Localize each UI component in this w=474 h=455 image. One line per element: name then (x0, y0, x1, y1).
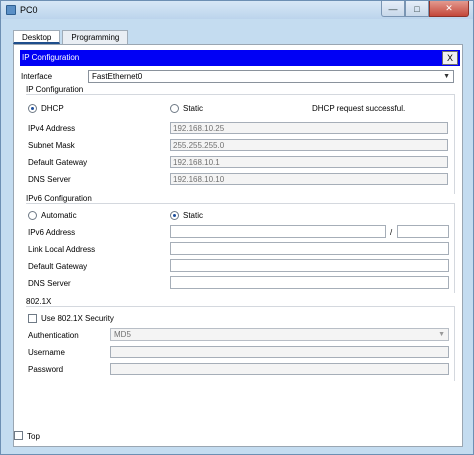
chevron-down-icon: ▼ (443, 73, 450, 80)
ipv4-gateway-label: Default Gateway (28, 158, 88, 167)
dot1x-divider (26, 306, 454, 307)
ipv4-divider (26, 94, 454, 95)
ipv6-gateway-input[interactable] (170, 259, 449, 272)
ipv4-address-field[interactable]: 192.168.10.25 (170, 122, 448, 134)
top-label: Top (27, 432, 40, 441)
pc-icon (6, 5, 16, 15)
ipv4-section-title: IP Configuration (26, 85, 84, 94)
subnet-mask-field[interactable]: 255.255.255.0 (170, 139, 448, 151)
ipv6-section-title: IPv6 Configuration (26, 194, 92, 203)
ipv4-gateway-field[interactable]: 192.168.10.1 (170, 156, 448, 168)
minimize-button[interactable]: — (381, 1, 405, 17)
ipv4-dns-field[interactable]: 192.168.10.10 (170, 173, 448, 185)
link-local-input[interactable] (170, 242, 449, 255)
tab-desktop[interactable]: Desktop (13, 30, 61, 44)
window-controls: — □ ✕ (381, 1, 469, 18)
dhcp-radio[interactable] (28, 104, 37, 113)
panel-title: IP Configuration (22, 53, 80, 62)
dhcp-status: DHCP request successful. (312, 104, 406, 113)
ipv6-border (454, 203, 455, 293)
title-bar: PC0 — □ ✕ (1, 1, 473, 19)
maximize-button[interactable]: □ (405, 1, 429, 17)
link-local-label: Link Local Address (28, 245, 96, 254)
ipv6-gateway-label: Default Gateway (28, 262, 88, 271)
close-window-button[interactable]: ✕ (429, 1, 469, 17)
dhcp-label: DHCP (41, 104, 64, 113)
subnet-mask-label: Subnet Mask (28, 141, 75, 150)
static-ipv4-label: Static (183, 104, 204, 113)
use-8021x-checkbox[interactable] (28, 314, 37, 323)
password-field[interactable] (110, 363, 449, 375)
username-label: Username (28, 348, 65, 357)
interface-value: FastEthernet0 (92, 72, 143, 81)
dot1x-section-title: 802.1X (26, 297, 52, 306)
password-label: Password (28, 365, 64, 374)
authentication-value: MD5 (114, 330, 131, 339)
dot1x-border (454, 306, 455, 381)
ip-config-header: IP Configuration X (20, 50, 460, 66)
authentication-label: Authentication (28, 331, 79, 340)
interface-select[interactable]: FastEthernet0 ▼ (88, 70, 454, 83)
use-8021x-label: Use 802.1X Security (41, 314, 114, 323)
authentication-select[interactable]: MD5 ▼ (110, 328, 449, 341)
interface-label: Interface (21, 72, 53, 81)
ipv6-dns-input[interactable] (170, 276, 449, 289)
desktop-content: IP Configuration X Interface FastEtherne… (13, 44, 463, 447)
top-checkbox[interactable] (14, 431, 23, 440)
tab-programming[interactable]: Programming (62, 30, 129, 44)
ipv6-static-radio[interactable] (170, 211, 179, 220)
prefix-separator: / (390, 228, 393, 237)
ipv6-dns-label: DNS Server (28, 279, 71, 288)
chevron-down-icon: ▼ (438, 331, 445, 338)
tab-bar: Desktop Programming (13, 30, 130, 44)
username-field[interactable] (110, 346, 449, 358)
ipv6-automatic-label: Automatic (41, 211, 77, 220)
ipv4-border (454, 94, 455, 194)
ipv6-automatic-radio[interactable] (28, 211, 37, 220)
close-panel-button[interactable]: X (442, 51, 458, 65)
ipv6-prefix-input[interactable] (397, 225, 449, 238)
window-title: PC0 (20, 5, 38, 15)
ipv4-address-label: IPv4 Address (28, 124, 76, 133)
pc0-window: PC0 — □ ✕ Desktop Programming IP Configu… (0, 0, 474, 455)
ipv6-address-input[interactable] (170, 225, 386, 238)
ipv4-dns-label: DNS Server (28, 175, 71, 184)
static-ipv4-radio[interactable] (170, 104, 179, 113)
ipv6-divider (26, 203, 454, 204)
ipv6-static-label: Static (183, 211, 204, 220)
ipv6-address-label: IPv6 Address (28, 228, 76, 237)
